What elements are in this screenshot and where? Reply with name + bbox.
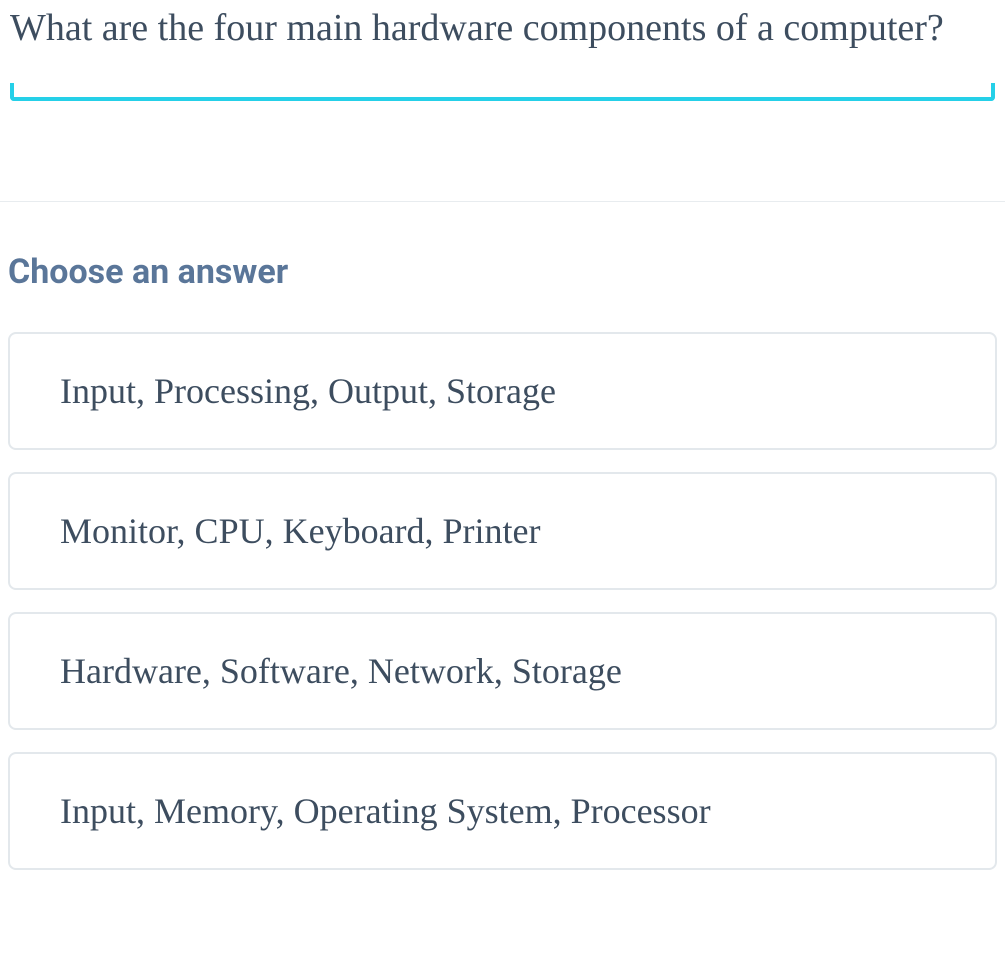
answer-heading: Choose an answer [8, 252, 997, 292]
answer-option-2[interactable]: Monitor, CPU, Keyboard, Printer [8, 472, 997, 590]
answer-option-text: Input, Processing, Output, Storage [60, 371, 556, 411]
answer-option-1[interactable]: Input, Processing, Output, Storage [8, 332, 997, 450]
question-section: What are the four main hardware componen… [0, 0, 1005, 131]
answer-option-text: Hardware, Software, Network, Storage [60, 651, 622, 691]
question-underline [10, 97, 995, 101]
question-text: What are the four main hardware componen… [10, 0, 995, 97]
answer-section: Choose an answer Input, Processing, Outp… [0, 202, 1005, 870]
answer-option-text: Input, Memory, Operating System, Process… [60, 791, 711, 831]
answer-option-text: Monitor, CPU, Keyboard, Printer [60, 511, 541, 551]
answer-option-4[interactable]: Input, Memory, Operating System, Process… [8, 752, 997, 870]
answer-option-3[interactable]: Hardware, Software, Network, Storage [8, 612, 997, 730]
